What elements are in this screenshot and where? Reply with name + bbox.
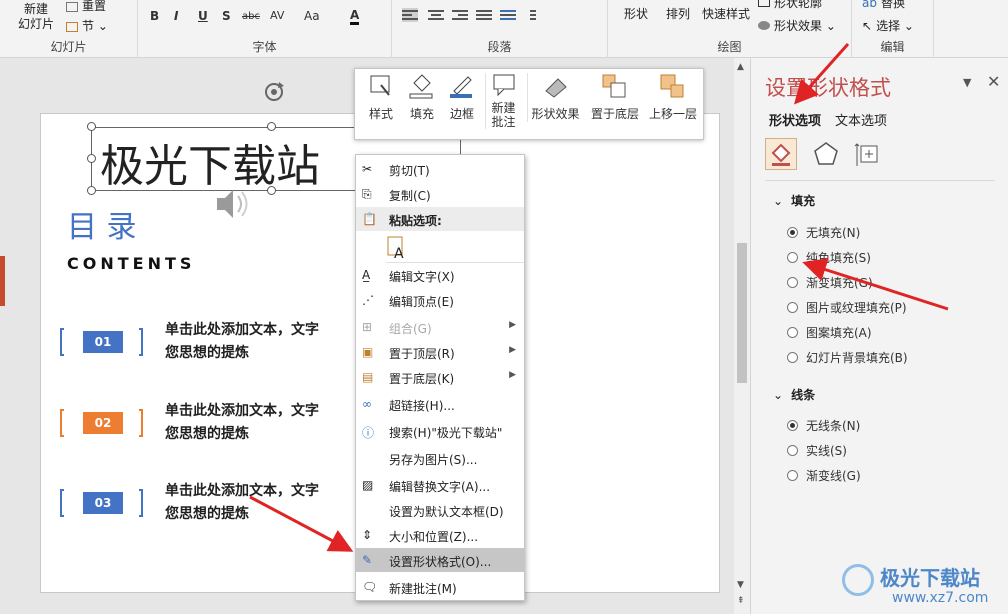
watermark: 极光下载站 www.xz7.com: [838, 560, 1003, 610]
arrow-to-solid-fill: [802, 258, 949, 311]
annotation-arrows: [249, 43, 949, 552]
arrow-to-format-shape: [249, 495, 354, 552]
watermark-url: www.xz7.com: [892, 590, 989, 606]
watermark-text: 极光下载站: [880, 566, 980, 590]
watermark-logo-icon: [842, 564, 874, 596]
arrow-to-pane-title: [794, 43, 850, 105]
